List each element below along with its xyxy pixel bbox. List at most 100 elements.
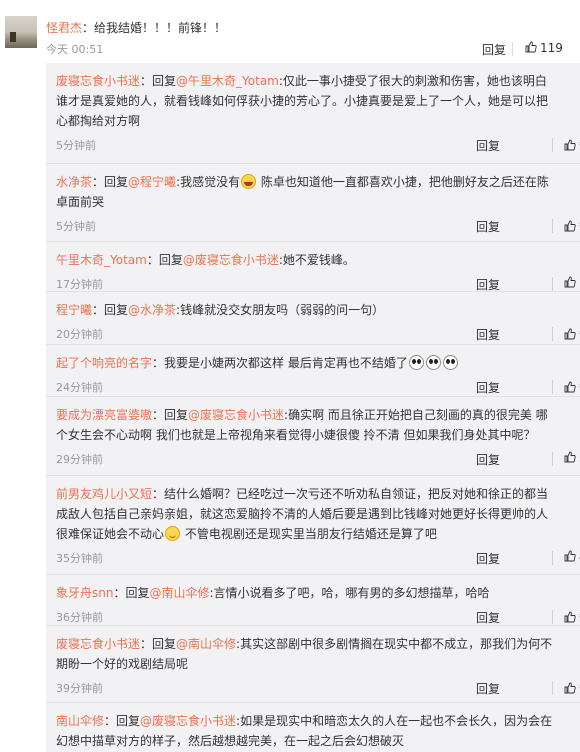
reply-username[interactable]: 水净茶 [56,175,92,189]
mention-link[interactable]: @废寝忘食小书迷 [183,253,279,267]
like-button[interactable]: 4 [564,550,580,564]
divider [552,452,553,466]
reply-body: :她不爱钱峰。 [278,253,355,267]
reply-username[interactable]: 起了个响亮的名字 [56,356,152,370]
reply-button[interactable]: 回复 [476,550,500,567]
like-button[interactable]: 赞 [564,137,580,154]
like-button[interactable]: 赞 [564,680,580,697]
reply-body: ：回复 [104,714,141,728]
laugh-emoji-icon [241,174,257,189]
mention-link[interactable]: @南山伞修 [176,637,236,651]
reply-body: ：回复 [152,408,189,422]
reply-item: 南山伞修：回复@废寝忘食小书迷:如果是现实中和暗恋太久的人在一起也不会长久，因为… [46,702,580,752]
reply-body: :我感觉没有 [176,175,241,189]
divider [552,219,553,233]
mention-link[interactable]: @废寝忘食小书迷 [188,408,284,422]
reply-button[interactable]: 回复 [476,451,500,468]
divider [512,42,513,56]
thumb-up-icon [564,682,576,694]
reply-time: 17分钟前 [56,278,103,291]
divider [552,138,553,152]
reply-body: ：回复 [146,253,183,267]
mention-link[interactable]: @水净茶 [128,303,176,317]
divider [552,277,553,291]
thumb-up-icon [564,451,576,463]
reply-username[interactable]: 程宁曦 [56,303,92,317]
thumb-up-icon [564,381,576,393]
reply-time: 36分钟前 [56,611,103,624]
reply-item: 起了个响亮的名字：我要是小婕两次都这样 最后肯定再也不结婚了 24分钟前 回复 赞 [46,344,580,399]
reply-item: 象牙舟snn：回复@南山伞修:言情小说看多了吧，哈，哪有男的多幻想描草，哈哈 36… [46,574,580,629]
reply-item: 废寝忘食小书迷：回复@南山伞修:其实这部剧中很多剧情搁在现实中都不成立，那我们为… [46,625,580,700]
reply-button[interactable]: 回复 [476,680,500,697]
divider [552,327,553,341]
mention-link[interactable]: @南山伞修 [149,586,209,600]
thumb-up-icon [564,276,576,288]
avatar[interactable] [5,16,37,48]
reply-body: ：我要是小婕两次都这样 最后肯定再也不结婚了 [152,356,408,370]
like-button[interactable]: 赞 [564,326,580,343]
reply-time: 5分钟前 [56,139,96,152]
reply-item: 程宁曦：回复@水净茶:钱峰就没交女朋友吗（弱弱的问一句） 20分钟前 回复 赞 [46,291,580,346]
mention-link[interactable]: @废寝忘食小书迷 [140,714,236,728]
thumb-up-icon [525,41,537,53]
divider [552,551,553,565]
main-like-button[interactable]: 119 [525,41,563,55]
reply-text: 前男友鸡儿小又短：结什么婚啊？已经吃过一次亏还不听劝私自领证，把反对她和徐正的都… [56,484,556,544]
reply-item: 水净茶：回复@程宁曦:我感觉没有 陈卓也知道他一直都喜欢小捷，把他删好友之后还在… [46,163,580,238]
reply-username[interactable]: 象牙舟snn [56,586,113,600]
reply-username[interactable]: 废寝忘食小书迷 [56,637,140,651]
reply-body: ：回复 [92,303,129,317]
like-button[interactable]: 赞 [564,379,580,396]
replies-panel: 废寝忘食小书迷：回复@午里木奇_Yotam:仅此一事小捷受了很大的刺激和伤害，她… [46,63,580,752]
thumb-up-icon [564,550,576,562]
reply-username[interactable]: 废寝忘食小书迷 [56,74,140,88]
reply-text: 象牙舟snn：回复@南山伞修:言情小说看多了吧，哈，哪有男的多幻想描草，哈哈 [56,583,556,603]
reply-button[interactable]: 回复 [476,137,500,154]
smile-emoji-icon [165,526,181,541]
thumb-up-icon [564,220,576,232]
thumb-up-icon [564,328,576,340]
main-reply-button[interactable]: 回复 [482,41,506,58]
like-button[interactable]: 赞 [564,218,580,235]
reply-time: 20分钟前 [56,328,103,341]
reply-body: ：回复 [140,74,177,88]
reply-body: :言情小说看多了吧，哈，哪有男的多幻想描草，哈哈 [209,586,490,600]
reply-body: :钱峰就没交女朋友吗（弱弱的问一句） [176,303,385,317]
divider [552,380,553,394]
reply-button[interactable]: 回复 [476,326,500,343]
mention-link[interactable]: @程宁曦 [128,175,176,189]
reply-time: 29分钟前 [56,453,103,466]
main-like-count: 119 [540,41,563,55]
main-comment: 怪君杰：给我结婚！！！前锋！！ 今天 00:51 回复 119 [0,0,580,60]
thumb-up-icon [564,139,576,151]
reply-time: 24分钟前 [56,381,103,394]
reply-username[interactable]: 要成为漂亮富婆嗷 [56,408,152,422]
reply-time: 39分钟前 [56,682,103,695]
main-comment-user[interactable]: 怪君杰 [46,21,82,35]
like-button[interactable]: 5 [564,451,580,465]
reply-username[interactable]: 南山伞修 [56,714,104,728]
reply-username[interactable]: 前男友鸡儿小又短 [56,487,152,501]
cry-emoji-icon [408,355,424,370]
main-comment-text: 怪君杰：给我结婚！！！前锋！！ [46,19,226,36]
divider [552,610,553,624]
mention-link[interactable]: @午里木奇_Yotam [176,74,279,88]
reply-username[interactable]: 午里木奇_Yotam [56,253,147,267]
main-comment-time: 今天 00:51 [46,43,104,56]
like-button[interactable]: 赞 [564,609,580,626]
reply-time: 5分钟前 [56,220,96,233]
reply-button[interactable]: 回复 [476,218,500,235]
reply-button[interactable]: 回复 [476,379,500,396]
reply-item: 前男友鸡儿小又短：结什么婚啊？已经吃过一次亏还不听劝私自领证，把反对她和徐正的都… [46,475,580,570]
reply-text: 午里木奇_Yotam：回复@废寝忘食小书迷:她不爱钱峰。 [56,250,556,270]
reply-item: 午里木奇_Yotam：回复@废寝忘食小书迷:她不爱钱峰。17分钟前回复1 [46,241,580,296]
reply-body: ：回复 [92,175,129,189]
like-button[interactable]: 1 [564,276,580,290]
thumb-up-icon [564,611,576,623]
reply-text: 要成为漂亮富婆嗷：回复@废寝忘食小书迷:确实啊 而且徐正开始把自己刻画的真的很完… [56,405,556,445]
reply-button[interactable]: 回复 [476,609,500,626]
reply-body: ：回复 [113,586,150,600]
reply-text: 程宁曦：回复@水净茶:钱峰就没交女朋友吗（弱弱的问一句） [56,300,556,320]
reply-text: 起了个响亮的名字：我要是小婕两次都这样 最后肯定再也不结婚了 [56,353,556,373]
